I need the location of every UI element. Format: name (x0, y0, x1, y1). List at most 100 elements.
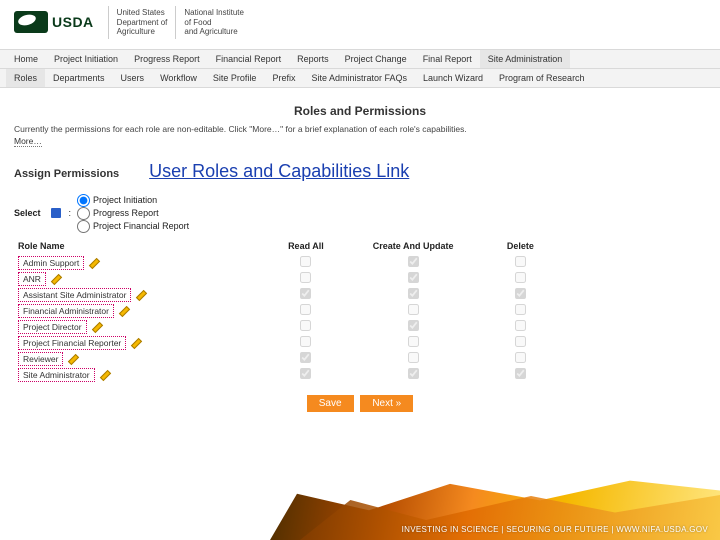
dept-usda: United States Department of Agriculture (108, 6, 176, 39)
perm-create-checkbox (408, 272, 419, 283)
assign-row: Assign Permissions User Roles and Capabi… (14, 161, 706, 182)
nav-primary-financial-report[interactable]: Financial Report (208, 50, 290, 68)
perm-read-checkbox (300, 304, 311, 315)
nav-secondary-prefix[interactable]: Prefix (264, 69, 303, 87)
usda-mark-icon (14, 11, 48, 33)
nav-secondary-workflow[interactable]: Workflow (152, 69, 205, 87)
role-name: ANR (18, 272, 46, 286)
footer-art: INVESTING IN SCIENCE | SECURING OUR FUTU… (0, 474, 720, 540)
role-name: Reviewer (18, 352, 63, 366)
role-name: Financial Administrator (18, 304, 114, 318)
select-indicator-icon (51, 208, 61, 218)
nav-secondary-departments[interactable]: Departments (45, 69, 113, 87)
perm-read-checkbox (300, 336, 311, 347)
edit-icon[interactable] (67, 353, 78, 364)
select-colon: : (69, 208, 72, 218)
edit-icon[interactable] (91, 321, 102, 332)
select-label: Select (14, 208, 41, 218)
select-option-project-initiation[interactable]: Project Initiation (77, 194, 189, 207)
permissions-table: Role Name Read All Create And Update Del… (14, 239, 574, 383)
perm-delete-checkbox (515, 272, 526, 283)
perm-create-checkbox (408, 336, 419, 347)
nav-primary-site-administration[interactable]: Site Administration (480, 50, 571, 68)
col-read-all: Read All (252, 239, 359, 255)
next-button[interactable]: Next » (360, 395, 413, 412)
table-row: Financial Administrator (14, 303, 574, 319)
perm-create-checkbox (408, 256, 419, 267)
perm-read-checkbox (300, 272, 311, 283)
perm-create-checkbox (408, 368, 419, 379)
table-row: Project Financial Reporter (14, 335, 574, 351)
usda-logo-text: USDA (52, 14, 94, 30)
select-radio[interactable] (77, 207, 90, 220)
perm-delete-checkbox (515, 256, 526, 267)
more-link[interactable]: More… (14, 136, 42, 147)
user-roles-capabilities-link[interactable]: User Roles and Capabilities Link (149, 161, 409, 182)
nav-secondary-roles[interactable]: Roles (6, 69, 45, 87)
col-role-name: Role Name (14, 239, 252, 255)
role-name: Site Administrator (18, 368, 95, 382)
perm-read-checkbox (300, 288, 311, 299)
perm-delete-checkbox (515, 288, 526, 299)
nav-primary-home[interactable]: Home (6, 50, 46, 68)
edit-icon[interactable] (50, 273, 61, 284)
edit-icon[interactable] (135, 289, 146, 300)
role-name: Project Financial Reporter (18, 336, 126, 350)
save-button[interactable]: Save (307, 395, 354, 412)
table-row: Project Director (14, 319, 574, 335)
primary-nav: HomeProject InitiationProgress ReportFin… (0, 49, 720, 69)
select-radio[interactable] (77, 194, 90, 207)
perm-create-checkbox (408, 304, 419, 315)
table-row: Reviewer (14, 351, 574, 367)
perm-read-checkbox (300, 352, 311, 363)
edit-icon[interactable] (118, 305, 129, 316)
intro-text: Currently the permissions for each role … (14, 124, 706, 134)
usda-logo: USDA (14, 11, 94, 33)
table-row: Admin Support (14, 255, 574, 271)
page-body: Roles and Permissions Currently the perm… (0, 88, 720, 412)
nav-secondary-program-of-research[interactable]: Program of Research (491, 69, 593, 87)
perm-read-checkbox (300, 368, 311, 379)
nav-primary-project-initiation[interactable]: Project Initiation (46, 50, 126, 68)
perm-create-checkbox (408, 320, 419, 331)
perm-create-checkbox (408, 288, 419, 299)
perm-delete-checkbox (515, 368, 526, 379)
select-option-progress-report[interactable]: Progress Report (77, 207, 189, 220)
page-title: Roles and Permissions (14, 104, 706, 118)
button-row: Save Next » (14, 395, 706, 412)
assign-permissions-label: Assign Permissions (14, 168, 119, 180)
select-radio[interactable] (77, 220, 90, 233)
col-delete: Delete (467, 239, 574, 255)
role-name: Assistant Site Administrator (18, 288, 131, 302)
edit-icon[interactable] (88, 257, 99, 268)
nav-secondary-launch-wizard[interactable]: Launch Wizard (415, 69, 491, 87)
nav-primary-progress-report[interactable]: Progress Report (126, 50, 208, 68)
perm-delete-checkbox (515, 304, 526, 315)
perm-create-checkbox (408, 352, 419, 363)
app-header: USDA United States Department of Agricul… (0, 0, 720, 49)
nav-primary-reports[interactable]: Reports (289, 50, 337, 68)
table-row: ANR (14, 271, 574, 287)
table-row: Site Administrator (14, 367, 574, 383)
nav-primary-final-report[interactable]: Final Report (415, 50, 480, 68)
select-option-project-financial-report[interactable]: Project Financial Report (77, 220, 189, 233)
perm-read-checkbox (300, 320, 311, 331)
edit-icon[interactable] (130, 337, 141, 348)
nav-secondary-site-administrator-faqs[interactable]: Site Administrator FAQs (303, 69, 415, 87)
perm-read-checkbox (300, 256, 311, 267)
secondary-nav: RolesDepartmentsUsersWorkflowSite Profil… (0, 69, 720, 88)
select-row: Select : Project InitiationProgress Repo… (14, 194, 706, 233)
perm-delete-checkbox (515, 336, 526, 347)
nav-secondary-users[interactable]: Users (113, 69, 153, 87)
col-create-update: Create And Update (360, 239, 467, 255)
nav-primary-project-change[interactable]: Project Change (337, 50, 415, 68)
role-name: Project Director (18, 320, 87, 334)
dept-nifa: National Institute of Food and Agricultu… (175, 6, 252, 39)
footer-tagline: INVESTING IN SCIENCE | SECURING OUR FUTU… (402, 525, 708, 534)
edit-icon[interactable] (99, 369, 110, 380)
perm-delete-checkbox (515, 352, 526, 363)
nav-secondary-site-profile[interactable]: Site Profile (205, 69, 265, 87)
role-name: Admin Support (18, 256, 84, 270)
table-row: Assistant Site Administrator (14, 287, 574, 303)
perm-delete-checkbox (515, 320, 526, 331)
